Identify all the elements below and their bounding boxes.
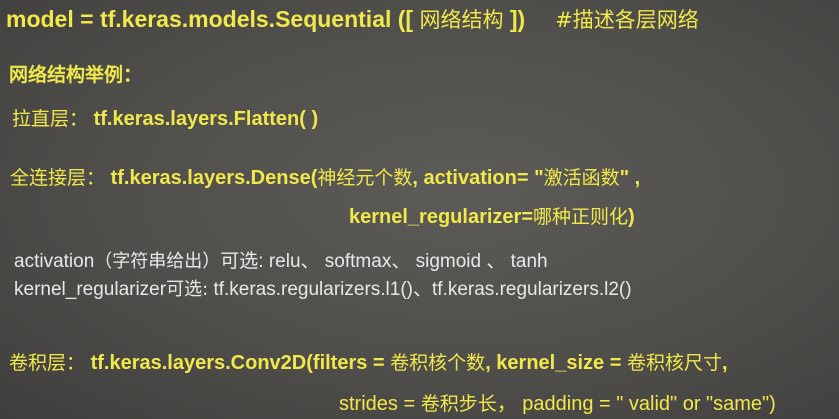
conv-code-b: , kernel_size =	[485, 352, 622, 374]
sequential-arg: 网络结构	[419, 8, 504, 32]
conv-code-c: ,	[721, 352, 728, 374]
examples-heading: 网络结构举例：	[9, 64, 143, 86]
dense-line2-arg: 哪种正则化	[533, 206, 629, 228]
sequential-line: model = tf.keras.models.Sequential ([ 网络…	[6, 4, 699, 34]
regularizer-note: kernel_regularizer可选: tf.keras.regulariz…	[14, 274, 632, 301]
conv-line2-b: ， padding = " valid" or "same")	[496, 393, 776, 415]
dense-arg-b: 激活函数	[543, 167, 620, 189]
conv-arg-a: 卷积核个数	[390, 352, 486, 374]
flatten-label: 拉直层：	[12, 108, 89, 130]
dense-label: 全连接层：	[10, 167, 106, 189]
dense-code-b: , activation= "	[412, 167, 544, 189]
sequential-code: model = tf.keras.models.Sequential ([	[6, 6, 414, 32]
conv-line2-arg: 卷积步长	[420, 393, 497, 415]
dense-line: 全连接层： tf.keras.layers.Dense(神经元个数, activ…	[10, 163, 640, 190]
regularizer-note-options: tf.keras.regularizers.l1()、tf.keras.regu…	[213, 279, 632, 300]
dense-code-c: " ,	[619, 167, 641, 189]
conv-line: 卷积层： tf.keras.layers.Conv2D(filters = 卷积…	[9, 348, 728, 375]
activation-note-paren: （字符串给出）	[94, 251, 221, 272]
regularizer-note-pre: kernel_regularizer	[14, 279, 167, 300]
conv-line-2: strides = 卷积步长， padding = " valid" or "s…	[339, 387, 776, 416]
flatten-line: 拉直层： tf.keras.layers.Flatten( )	[12, 104, 318, 131]
regularizer-note-mid: 可选:	[166, 279, 209, 300]
sequential-close: ])	[509, 6, 526, 32]
conv-line2-a: strides =	[339, 393, 416, 415]
activation-note: activation（字符串给出）可选: relu、 softmax、 sigm…	[14, 246, 548, 273]
activation-note-options: 可选: relu、 softmax、 sigmoid 、 tanh	[220, 251, 548, 272]
dense-line-2: kernel_regularizer=哪种正则化)	[349, 202, 635, 229]
sequential-comment: #描述各层网络	[555, 8, 699, 32]
flatten-code: tf.keras.layers.Flatten( )	[93, 108, 319, 130]
conv-arg-b: 卷积核尺寸	[626, 352, 722, 374]
dense-arg-a: 神经元个数	[317, 167, 413, 189]
dense-line2-close: )	[628, 206, 635, 228]
dense-line2-code: kernel_regularizer=	[349, 206, 533, 228]
activation-note-pre: activation	[14, 251, 95, 272]
dense-code-a: tf.keras.layers.Dense(	[110, 167, 318, 189]
conv-label: 卷积层：	[9, 352, 86, 374]
conv-code-a: tf.keras.layers.Conv2D(filters =	[90, 352, 385, 374]
